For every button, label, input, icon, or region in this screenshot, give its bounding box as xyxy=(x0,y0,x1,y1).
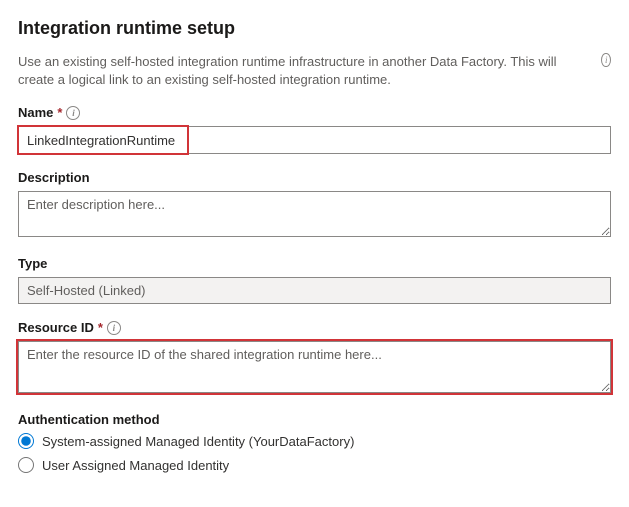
description-label: Description xyxy=(18,170,90,185)
resource-id-input[interactable] xyxy=(18,341,611,393)
radio-system-assigned[interactable] xyxy=(18,433,34,449)
name-input-container[interactable] xyxy=(18,126,611,154)
radio-option-user[interactable]: User Assigned Managed Identity xyxy=(18,457,611,473)
required-asterisk: * xyxy=(57,105,62,120)
info-icon: i xyxy=(601,53,611,67)
description-input[interactable] xyxy=(18,191,611,237)
info-icon: i xyxy=(66,106,80,120)
required-asterisk: * xyxy=(98,320,103,335)
intro-text: Use an existing self-hosted integration … xyxy=(18,53,593,89)
page-title: Integration runtime setup xyxy=(18,18,611,39)
type-label: Type xyxy=(18,256,47,271)
info-icon: i xyxy=(107,321,121,335)
auth-method-label: Authentication method xyxy=(18,412,160,427)
radio-option-system[interactable]: System-assigned Managed Identity (YourDa… xyxy=(18,433,611,449)
type-input xyxy=(18,277,611,304)
name-input[interactable] xyxy=(19,127,610,153)
radio-system-label[interactable]: System-assigned Managed Identity (YourDa… xyxy=(42,434,354,449)
resource-id-label: Resource ID xyxy=(18,320,94,335)
name-label: Name xyxy=(18,105,53,120)
radio-user-label[interactable]: User Assigned Managed Identity xyxy=(42,458,229,473)
radio-user-assigned[interactable] xyxy=(18,457,34,473)
